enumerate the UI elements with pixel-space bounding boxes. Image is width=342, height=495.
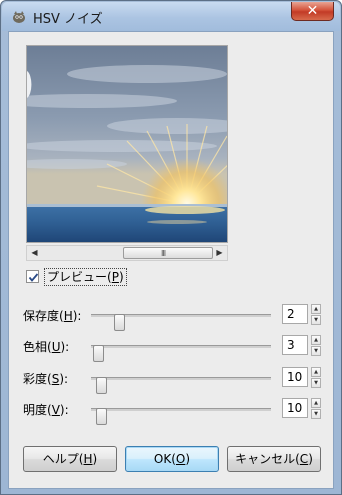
param-label: 色相(U):	[23, 340, 70, 354]
holdness-spin-input[interactable]: 2	[282, 304, 308, 324]
slider-knob[interactable]	[114, 314, 125, 331]
value-spin-input[interactable]: 10	[282, 398, 308, 418]
checkmark-icon	[28, 273, 39, 282]
hue-spin-input[interactable]: 3	[282, 335, 308, 355]
preview-horizontal-scrollbar[interactable]: ◀ III ▶	[26, 245, 228, 261]
holdness-spin-buttons[interactable]: ▲ ▼	[311, 304, 321, 325]
param-label: 保存度(H):	[23, 309, 82, 323]
scroll-left-arrow-icon[interactable]: ◀	[27, 246, 42, 260]
slider-knob[interactable]	[96, 377, 107, 394]
holdness-slider[interactable]	[91, 314, 271, 331]
spin-down-icon[interactable]: ▼	[311, 346, 321, 356]
sunset-over-sea-preview	[27, 46, 227, 242]
preview-label-end: )	[118, 270, 124, 284]
slider-knob[interactable]	[93, 345, 104, 362]
dialog-body: ◀ III ▶ プレビュー(P) 保存度(H): 2 ▲ ▼ 色相(U): 3 …	[8, 31, 334, 489]
hue-slider[interactable]	[91, 345, 271, 362]
value-slider[interactable]	[91, 408, 271, 425]
spin-down-icon[interactable]: ▼	[311, 315, 321, 325]
param-row-saturation: 彩度(S): 10 ▲ ▼	[9, 367, 335, 394]
slider-knob[interactable]	[96, 408, 107, 425]
spin-up-icon[interactable]: ▲	[311, 367, 321, 377]
preview-checkbox-label[interactable]: プレビュー(P)	[44, 268, 127, 286]
param-label: 明度(V):	[23, 403, 69, 417]
ok-button[interactable]: OK(O)	[125, 446, 219, 472]
window-title: HSV ノイズ	[33, 12, 103, 27]
gimp-wilber-icon	[13, 11, 25, 23]
hue-spin-buttons[interactable]: ▲ ▼	[311, 335, 321, 356]
saturation-spin-input[interactable]: 10	[282, 367, 308, 387]
param-row-hue: 色相(U): 3 ▲ ▼	[9, 335, 335, 362]
preview-mnemonic: P	[111, 270, 119, 284]
close-button[interactable]: ✕	[291, 2, 334, 21]
cancel-button[interactable]: キャンセル(C)	[227, 446, 321, 472]
scroll-right-arrow-icon[interactable]: ▶	[212, 246, 227, 260]
close-icon: ✕	[306, 3, 319, 19]
preview-label-text: プレビュー(	[47, 270, 112, 284]
help-button[interactable]: ヘルプ(H)	[23, 446, 117, 472]
spin-up-icon[interactable]: ▲	[311, 335, 321, 345]
spin-down-icon[interactable]: ▼	[311, 409, 321, 419]
value-spin-buttons[interactable]: ▲ ▼	[311, 398, 321, 419]
saturation-slider[interactable]	[91, 377, 271, 394]
preview-checkbox[interactable]	[26, 270, 39, 283]
param-row-holdness: 保存度(H): 2 ▲ ▼	[9, 304, 335, 331]
spin-down-icon[interactable]: ▼	[311, 378, 321, 388]
saturation-spin-buttons[interactable]: ▲ ▼	[311, 367, 321, 388]
title-bar[interactable]: HSV ノイズ ✕	[2, 2, 340, 31]
param-row-value: 明度(V): 10 ▲ ▼	[9, 398, 335, 425]
dialog-window: HSV ノイズ ✕ ◀ III ▶ プレビュー(P) 保存度(H): 2 ▲ ▼…	[0, 0, 342, 495]
scrollbar-thumb[interactable]: III	[123, 247, 213, 259]
spin-up-icon[interactable]: ▲	[311, 398, 321, 408]
scrollbar-grip: III	[161, 249, 166, 258]
spin-up-icon[interactable]: ▲	[311, 304, 321, 314]
preview-image[interactable]	[26, 45, 228, 243]
param-label: 彩度(S):	[23, 372, 69, 386]
